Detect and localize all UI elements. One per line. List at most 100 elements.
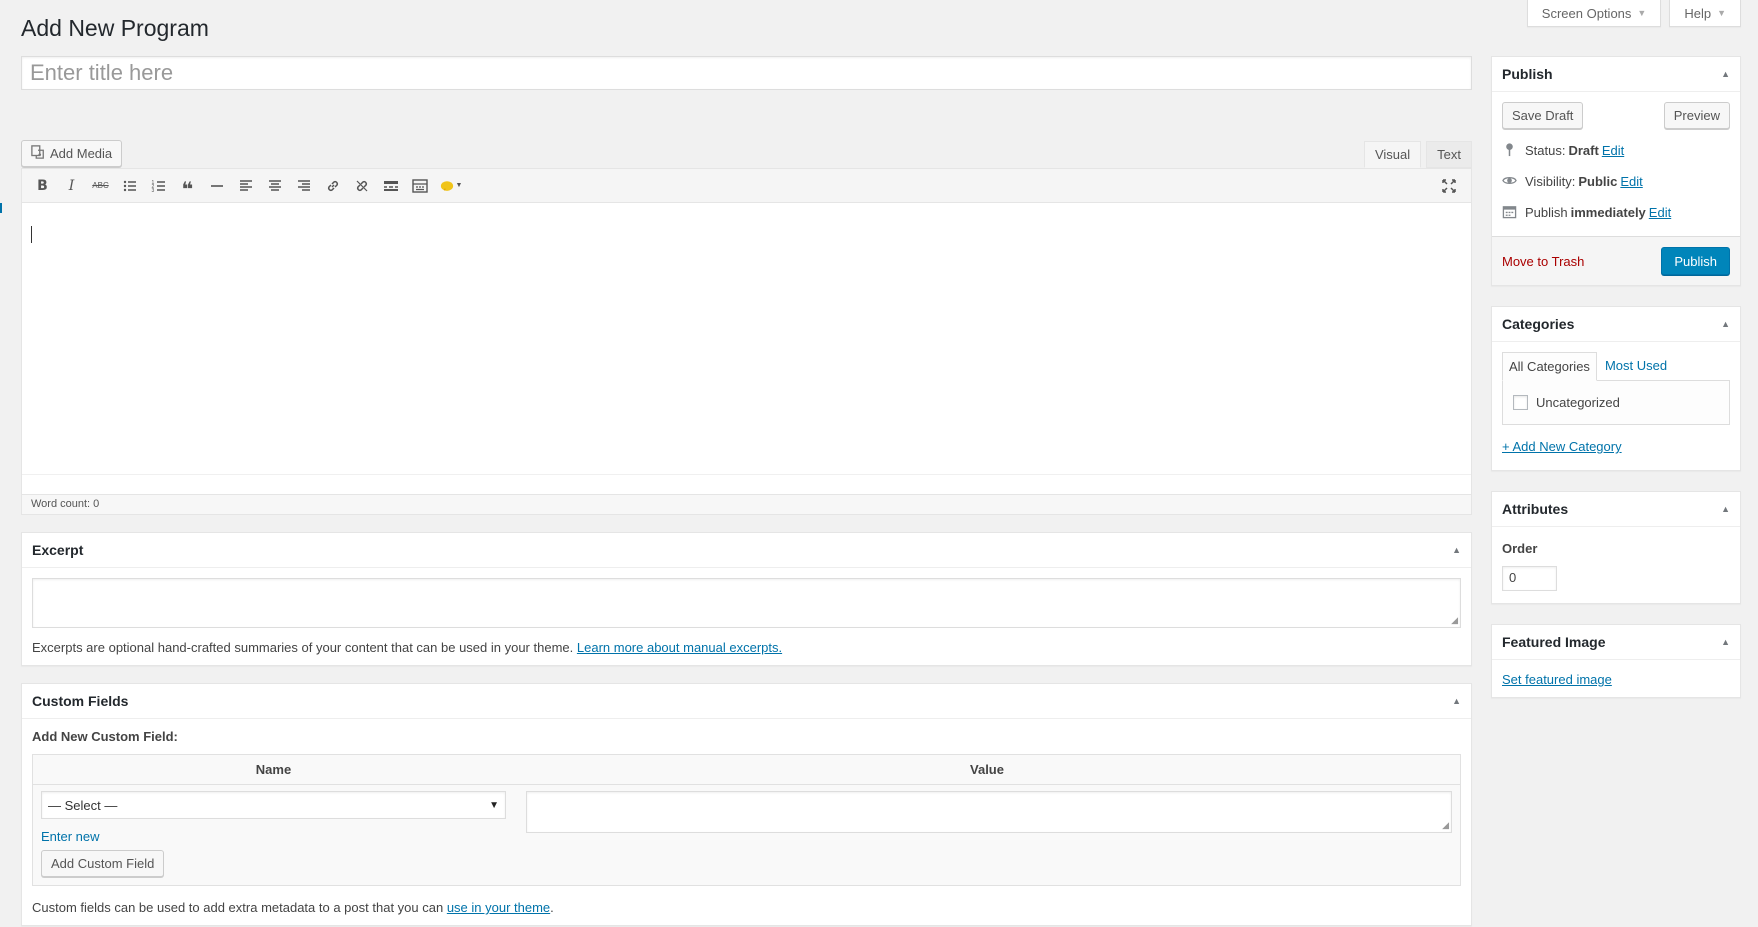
collapse-arrow-icon[interactable]: ▲ — [1721, 504, 1730, 514]
help-button[interactable]: Help ▼ — [1669, 0, 1741, 27]
edit-schedule-link[interactable]: Edit — [1649, 205, 1671, 220]
select-value: — Select — — [48, 797, 118, 813]
bold-icon[interactable]: B — [28, 172, 57, 200]
order-input[interactable]: 0 — [1502, 566, 1557, 591]
fullscreen-icon[interactable] — [1434, 172, 1463, 200]
italic-icon[interactable]: I — [57, 172, 86, 200]
page-title: Add New Program — [21, 15, 209, 41]
custom-fields-help-text: Custom fields can be used to add extra m… — [32, 900, 444, 915]
collapse-arrow-icon[interactable]: ▲ — [1721, 637, 1730, 647]
publish-box: Publish ▲ Save Draft Preview Status: Draf… — [1491, 56, 1741, 286]
status-label: Status: — [1525, 143, 1566, 158]
add-new-category-link[interactable]: + Add New Category — [1502, 439, 1730, 454]
blockquote-icon[interactable]: ❝ — [173, 172, 202, 200]
editor-toolbar: B I ABC 123 ❝ ▼ — [22, 169, 1471, 203]
svg-text:3: 3 — [151, 188, 154, 194]
custom-fields-header[interactable]: Custom Fields ▲ — [22, 684, 1471, 719]
status-value: Draft — [1568, 143, 1599, 158]
featured-image-box: Featured Image ▲ Set featured image — [1491, 624, 1741, 698]
help-label: Help — [1684, 5, 1712, 21]
content-editor: B I ABC 123 ❝ ▼ Word count: 0 — [21, 168, 1472, 515]
custom-field-name-select[interactable]: — Select — ▼ — [41, 791, 506, 819]
tab-visual[interactable]: Visual — [1363, 141, 1422, 168]
order-label: Order — [1502, 541, 1538, 556]
schedule-value: immediately — [1570, 205, 1646, 220]
unlink-icon[interactable] — [347, 172, 376, 200]
use-in-theme-link[interactable]: use in your theme — [447, 900, 550, 915]
save-draft-button[interactable]: Save Draft — [1502, 102, 1584, 129]
help-end-punctuation: . — [550, 900, 554, 915]
excerpt-header[interactable]: Excerpt ▲ — [22, 533, 1471, 568]
excerpt-textarea[interactable]: ◢ — [32, 578, 1461, 628]
column-name: Name — [255, 762, 292, 777]
numbered-list-icon[interactable]: 123 — [144, 172, 173, 200]
custom-fields-header-row: Name Value — [33, 755, 1460, 785]
text-cursor — [31, 226, 32, 243]
preview-button[interactable]: Preview — [1663, 102, 1730, 129]
attributes-header[interactable]: Attributes ▲ — [1492, 492, 1740, 527]
publish-button[interactable]: Publish — [1661, 247, 1730, 275]
tab-most-used[interactable]: Most Used — [1597, 352, 1673, 381]
column-value: Value — [970, 762, 1004, 777]
enter-new-link[interactable]: Enter new — [41, 829, 506, 844]
bullet-list-icon[interactable] — [115, 172, 144, 200]
toolbar-toggle-icon[interactable] — [405, 172, 434, 200]
category-list: Uncategorized — [1502, 380, 1730, 425]
collapse-arrow-icon[interactable]: ▲ — [1452, 696, 1461, 706]
featured-image-header[interactable]: Featured Image ▲ — [1492, 625, 1740, 660]
category-label: Uncategorized — [1536, 395, 1620, 410]
link-icon[interactable] — [318, 172, 347, 200]
calendar-icon — [1502, 204, 1517, 222]
editor-content-area[interactable] — [22, 203, 1471, 474]
excerpt-help-text: Excerpts are optional hand-crafted summa… — [32, 640, 574, 655]
word-count: Word count: 0 — [22, 494, 1471, 514]
main-column: Enter title here Add Media Visual Text B… — [21, 56, 1472, 926]
collapse-arrow-icon[interactable]: ▲ — [1452, 545, 1461, 555]
screen-meta-links: Screen Options ▼ Help ▼ — [1526, 0, 1741, 27]
attributes-title: Attributes — [1502, 501, 1569, 517]
editor-tabs: Visual Text — [1359, 141, 1472, 168]
caret-down-icon: ▼ — [455, 182, 463, 189]
publish-header[interactable]: Publish ▲ — [1492, 57, 1740, 92]
tab-all-categories[interactable]: All Categories — [1502, 352, 1597, 381]
move-to-trash-link[interactable]: Move to Trash — [1502, 254, 1584, 269]
read-more-icon[interactable] — [376, 172, 405, 200]
editor-tools: Add Media Visual Text — [21, 138, 1472, 168]
custom-fields-table: Name Value — Select — ▼ Enter new Add Cu… — [32, 754, 1461, 886]
category-checkbox[interactable] — [1513, 395, 1528, 410]
title-input[interactable]: Enter title here — [21, 56, 1472, 90]
edit-status-link[interactable]: Edit — [1602, 143, 1624, 158]
excerpt-learn-more-link[interactable]: Learn more about manual excerpts. — [577, 640, 782, 655]
categories-header[interactable]: Categories ▲ — [1492, 307, 1740, 342]
publish-footer: Move to Trash Publish — [1492, 236, 1740, 285]
emoji-icon[interactable]: ▼ — [434, 172, 468, 200]
add-media-button[interactable]: Add Media — [21, 140, 123, 167]
strikethrough-icon[interactable]: ABC — [86, 172, 115, 200]
custom-fields-subtitle: Add New Custom Field: — [32, 729, 178, 744]
align-left-icon[interactable] — [231, 172, 260, 200]
align-center-icon[interactable] — [260, 172, 289, 200]
screen-options-label: Screen Options — [1541, 5, 1632, 21]
eye-icon — [1502, 173, 1517, 191]
edit-visibility-link[interactable]: Edit — [1620, 174, 1642, 189]
visibility-label: Visibility: — [1525, 174, 1576, 189]
horizontal-rule-icon[interactable] — [202, 172, 231, 200]
align-right-icon[interactable] — [289, 172, 318, 200]
resize-handle-icon[interactable]: ◢ — [1442, 821, 1449, 830]
caret-down-icon: ▼ — [1637, 8, 1647, 18]
publish-title: Publish — [1502, 66, 1553, 82]
screen-options-button[interactable]: Screen Options ▼ — [1526, 0, 1662, 27]
media-icon — [31, 145, 45, 162]
set-featured-image-link[interactable]: Set featured image — [1502, 672, 1612, 687]
add-custom-field-button[interactable]: Add Custom Field — [41, 850, 165, 877]
tab-text[interactable]: Text — [1426, 141, 1472, 168]
editor-resize-area — [22, 474, 1471, 494]
admin-menu-edge — [0, 203, 2, 213]
collapse-arrow-icon[interactable]: ▲ — [1721, 319, 1730, 329]
custom-field-value-textarea[interactable]: ◢ — [526, 791, 1452, 833]
collapse-arrow-icon[interactable]: ▲ — [1721, 69, 1730, 79]
visibility-row: Visibility: Public Edit — [1492, 166, 1740, 197]
resize-handle-icon[interactable]: ◢ — [1451, 616, 1458, 625]
dropdown-arrow-icon: ▼ — [489, 799, 499, 811]
title-placeholder: Enter title here — [30, 60, 174, 85]
